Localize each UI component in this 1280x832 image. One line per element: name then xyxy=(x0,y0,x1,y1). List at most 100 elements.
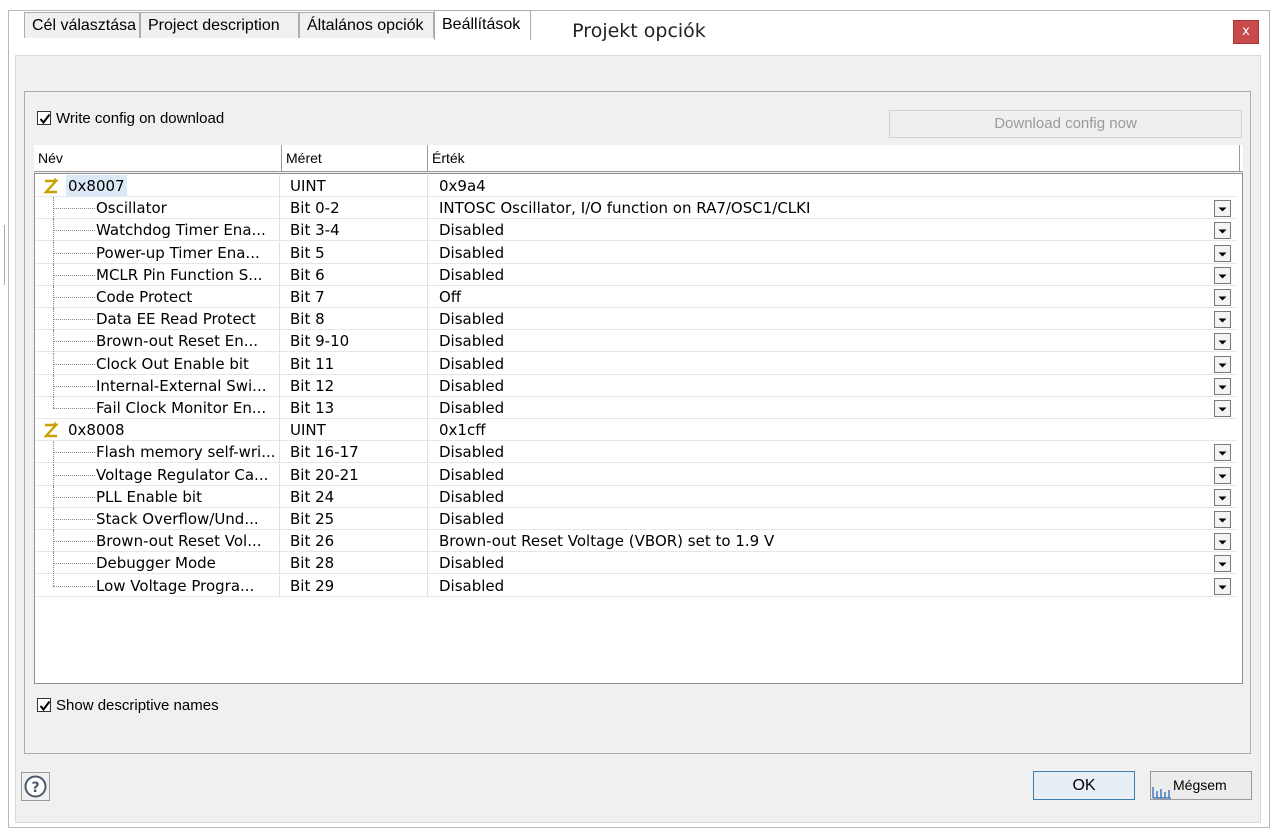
show-names-label[interactable]: Show descriptive names xyxy=(56,697,219,714)
config-row[interactable]: Clock Out Enable bit Bit 11 Disabled xyxy=(35,352,1237,375)
value-dropdown-button[interactable] xyxy=(1214,311,1231,329)
tab-target-selection[interactable]: Cél választása xyxy=(24,12,140,38)
config-value[interactable]: Disabled xyxy=(428,464,1219,486)
help-button[interactable]: ? xyxy=(21,772,50,801)
chevron-down-icon xyxy=(1218,518,1227,523)
value-dropdown-button[interactable] xyxy=(1214,533,1231,551)
chevron-down-icon xyxy=(1218,385,1227,390)
config-row[interactable]: Fail Clock Monitor En... Bit 13 Disabled xyxy=(35,397,1237,419)
config-row[interactable]: Flash memory self-wri... Bit 16-17 Disable… xyxy=(35,441,1237,464)
value-dropdown-button[interactable] xyxy=(1214,266,1231,284)
config-name: Stack Overflow/Und... xyxy=(96,510,259,528)
config-value[interactable]: Disabled xyxy=(428,375,1219,397)
group-value: 0x1cff xyxy=(439,421,486,440)
value-dropdown-button[interactable] xyxy=(1214,355,1231,373)
config-value[interactable]: Disabled xyxy=(428,264,1219,286)
column-header-size[interactable]: Méret xyxy=(282,145,428,171)
config-row[interactable]: MCLR Pin Function S... Bit 6 Disabled xyxy=(35,263,1237,286)
value-dropdown-button[interactable] xyxy=(1214,200,1231,218)
ok-button[interactable]: OK xyxy=(1033,771,1135,800)
config-row[interactable]: Internal-External Swi... Bit 12 Disabled xyxy=(35,374,1237,397)
config-name: Internal-External Swi... xyxy=(96,376,267,395)
show-names-checkbox[interactable] xyxy=(37,698,51,712)
config-value[interactable]: Disabled xyxy=(428,486,1219,508)
value-dropdown-button[interactable] xyxy=(1214,444,1231,462)
config-name-cell: Watchdog Timer Ena... xyxy=(35,219,280,242)
config-value[interactable]: Brown-out Reset Voltage (VBOR) set to 1.… xyxy=(428,530,1219,552)
cancel-button[interactable]: Mégsem xyxy=(1150,771,1252,800)
config-value[interactable]: Disabled xyxy=(428,552,1219,574)
config-name-cell: MCLR Pin Function S... xyxy=(35,263,280,286)
tab-general-options[interactable]: Általános opciók xyxy=(299,12,434,38)
tree-horizontal-line xyxy=(53,252,95,254)
config-row[interactable]: Watchdog Timer Ena... Bit 3-4 Disabled xyxy=(35,219,1237,242)
config-row[interactable]: Code Protect Bit 7 Off xyxy=(35,286,1237,308)
value-dropdown-button[interactable] xyxy=(1214,222,1231,240)
write-config-checkbox[interactable] xyxy=(37,111,51,125)
checkmark-icon xyxy=(39,700,51,712)
config-row[interactable]: Low Voltage Progra... Bit 29 Disabled xyxy=(35,574,1237,597)
config-value[interactable]: Disabled xyxy=(428,575,1219,597)
config-row[interactable]: Voltage Regulator Ca... Bit 20-21 Disabled xyxy=(35,463,1237,486)
config-row[interactable]: Debugger Mode Bit 28 Disabled xyxy=(35,552,1237,575)
column-header-value[interactable]: Érték xyxy=(428,145,1240,171)
value-dropdown-button[interactable] xyxy=(1214,244,1231,262)
tree-horizontal-line xyxy=(53,274,95,276)
tree-horizontal-line xyxy=(53,230,95,232)
group-size: UINT xyxy=(280,175,428,197)
close-button[interactable]: x xyxy=(1233,20,1259,44)
config-value[interactable]: Disabled xyxy=(428,353,1219,375)
value-dropdown-button[interactable] xyxy=(1214,333,1231,351)
tree-horizontal-line xyxy=(53,474,95,476)
config-value[interactable]: Disabled xyxy=(428,330,1219,352)
chevron-down-icon xyxy=(1218,407,1227,412)
value-dropdown-button[interactable] xyxy=(1214,400,1231,417)
config-name: Oscillator xyxy=(96,199,167,218)
group-row[interactable]: 0x8008 UINT 0x1cff xyxy=(35,419,1237,442)
config-row[interactable]: Data EE Read Protect Bit 8 Disabled xyxy=(35,308,1237,331)
value-dropdown-button[interactable] xyxy=(1214,466,1231,484)
config-row[interactable]: Brown-out Reset En... Bit 9-10 Disabled xyxy=(35,330,1237,353)
config-value[interactable]: Disabled xyxy=(428,397,1219,419)
config-row[interactable]: Power-up Timer Ena... Bit 5 Disabled xyxy=(35,241,1237,264)
group-row[interactable]: 0x8007 UINT 0x9a4 xyxy=(35,175,1237,197)
config-value[interactable]: Off xyxy=(428,286,1219,308)
download-config-button[interactable]: Download config now xyxy=(889,110,1242,138)
value-dropdown-button[interactable] xyxy=(1214,488,1231,506)
chevron-down-icon xyxy=(1218,496,1227,501)
config-row[interactable]: Brown-out Reset Vol... Bit 26 Brown-out Re… xyxy=(35,530,1237,553)
tab-project-description[interactable]: Project description xyxy=(140,12,299,38)
config-name-cell: Data EE Read Protect xyxy=(35,308,280,331)
config-value[interactable]: Disabled xyxy=(428,242,1219,264)
value-dropdown-button[interactable] xyxy=(1214,555,1231,573)
config-row[interactable]: Stack Overflow/Und... Bit 25 Disabled xyxy=(35,508,1237,530)
config-value[interactable]: Disabled xyxy=(428,508,1219,530)
config-value[interactable]: Disabled xyxy=(428,441,1219,463)
config-name: Debugger Mode xyxy=(96,554,216,573)
write-config-label[interactable]: Write config on download xyxy=(56,110,224,127)
value-dropdown-button[interactable] xyxy=(1214,289,1231,306)
background-window-edge xyxy=(0,225,5,285)
group-name-cell: 0x8007 xyxy=(35,175,280,197)
config-name: Clock Out Enable bit xyxy=(96,354,249,373)
tree-horizontal-line xyxy=(53,297,95,298)
group-name: 0x8008 xyxy=(68,421,125,440)
config-name-cell: PLL Enable bit xyxy=(35,485,280,508)
config-size: Bit 8 xyxy=(280,308,428,331)
tree-horizontal-line xyxy=(53,363,95,365)
chevron-down-icon xyxy=(1218,252,1227,257)
config-value[interactable]: INTOSC Oscillator, I/O function on RA7/O… xyxy=(428,197,1219,219)
column-header-name[interactable]: Név xyxy=(34,145,282,171)
config-size: Bit 11 xyxy=(280,352,428,375)
config-value[interactable]: Disabled xyxy=(428,219,1219,241)
config-row[interactable]: PLL Enable bit Bit 24 Disabled xyxy=(35,485,1237,508)
value-dropdown-button[interactable] xyxy=(1214,511,1231,528)
value-dropdown-button[interactable] xyxy=(1214,377,1231,395)
config-row[interactable]: Oscillator Bit 0-2 INTOSC Oscillator, I/O … xyxy=(35,197,1237,220)
tab-settings[interactable]: Beállítások xyxy=(434,10,531,40)
config-name-cell: Internal-External Swi... xyxy=(35,374,280,397)
value-dropdown-button[interactable] xyxy=(1214,577,1231,595)
svg-text:?: ? xyxy=(31,780,39,796)
config-value[interactable]: Disabled xyxy=(428,308,1219,330)
config-name-cell: Brown-out Reset Vol... xyxy=(35,530,280,553)
